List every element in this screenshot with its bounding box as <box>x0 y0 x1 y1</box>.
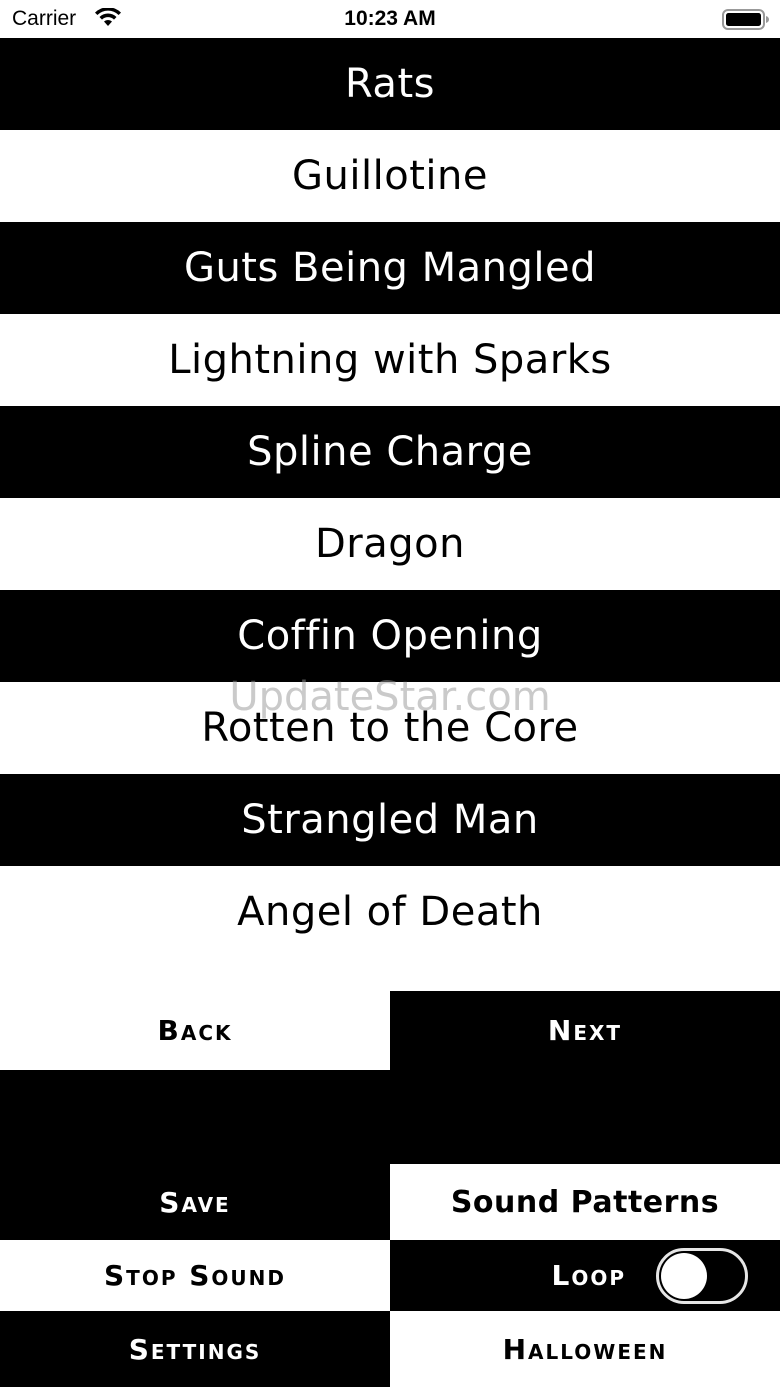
settings-button[interactable]: Settings <box>0 1311 390 1387</box>
sound-row-guillotine[interactable]: Guillotine <box>0 130 780 222</box>
sound-row-guts-being-mangled[interactable]: Guts Being Mangled <box>0 222 780 314</box>
sound-list: Rats Guillotine Guts Being Mangled Light… <box>0 38 780 958</box>
sound-patterns-button[interactable]: Sound Patterns <box>390 1164 780 1240</box>
sound-row-lightning-with-sparks[interactable]: Lightning with Sparks <box>0 314 780 406</box>
loop-control: Loop <box>390 1240 780 1311</box>
spacer-band <box>0 1070 780 1164</box>
toggle-knob <box>661 1252 707 1299</box>
stop-sound-button[interactable]: Stop Sound <box>0 1240 390 1311</box>
back-button[interactable]: Back <box>0 991 390 1070</box>
clock: 10:23 AM <box>344 7 436 30</box>
halloween-button[interactable]: Halloween <box>390 1311 780 1387</box>
sound-row-dragon[interactable]: Dragon <box>0 498 780 590</box>
sound-row-angel-of-death[interactable]: Angel of Death <box>0 866 780 958</box>
loop-toggle[interactable] <box>656 1247 748 1304</box>
save-button[interactable]: Save <box>0 1164 390 1240</box>
next-button[interactable]: Next <box>390 991 780 1070</box>
status-bar: Carrier 10:23 AM <box>0 0 780 38</box>
sound-row-rats[interactable]: Rats <box>0 38 780 130</box>
sound-row-rotten-to-the-core[interactable]: Rotten to the Core <box>0 682 780 774</box>
battery-icon <box>722 9 769 30</box>
sound-row-coffin-opening[interactable]: Coffin Opening <box>0 590 780 682</box>
loop-label: Loop <box>551 1259 626 1292</box>
sound-row-strangled-man[interactable]: Strangled Man <box>0 774 780 866</box>
sound-row-spline-charge[interactable]: Spline Charge <box>0 406 780 498</box>
